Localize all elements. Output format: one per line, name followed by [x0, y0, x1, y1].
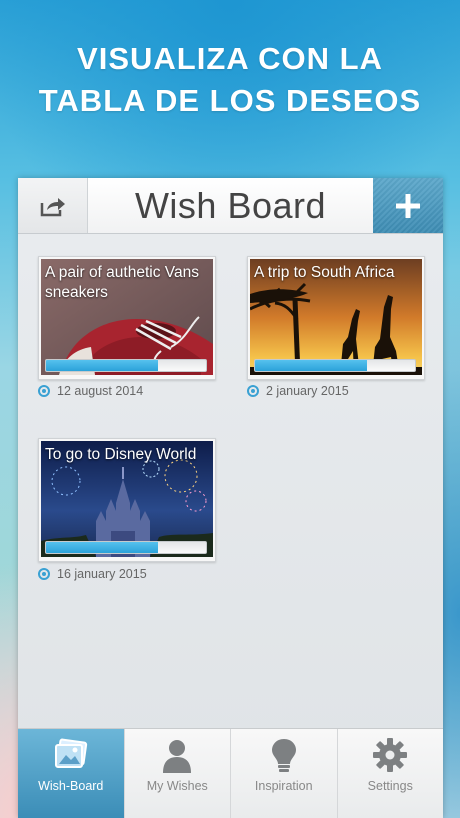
wish-title: A pair of authetic Vans sneakers — [45, 264, 199, 301]
tab-my-wishes[interactable]: My Wishes — [125, 729, 231, 818]
tab-label: Wish-Board — [38, 779, 104, 793]
wish-progress-bar — [254, 359, 416, 372]
wish-image-castle: To go to Disney World — [41, 441, 213, 557]
wish-date: 12 august 2014 — [57, 384, 144, 398]
tab-label: Settings — [367, 779, 413, 793]
tab-bar: Wish-Board My Wishes Inspiration Setting… — [18, 728, 443, 818]
wish-title: To go to Disney World — [45, 446, 197, 463]
app-window: Wish Board A pair of authetic Vans sneak… — [18, 178, 443, 818]
promo-line-1: VISUALIZA CON LA — [77, 41, 383, 76]
share-icon — [40, 197, 65, 216]
tab-settings[interactable]: Settings — [338, 729, 444, 818]
wish-date-row: 2 january 2015 — [247, 384, 349, 398]
gear-icon — [373, 738, 408, 772]
wish-card-south-africa[interactable]: A trip to South Africa — [247, 256, 425, 380]
wish-date-row: 12 august 2014 — [38, 384, 143, 398]
plus-icon — [396, 193, 420, 218]
promo-headline: VISUALIZA CON LA TABLA DE LOS DESEOS — [0, 38, 460, 122]
person-icon — [163, 740, 192, 773]
wish-card-vans[interactable]: A pair of authetic Vans sneakers — [38, 256, 216, 380]
tab-label: Inspiration — [254, 779, 313, 793]
photos-icon — [54, 738, 87, 768]
tab-wish-board[interactable]: Wish-Board — [18, 729, 125, 818]
wish-date-row: 16 january 2015 — [38, 567, 147, 581]
lightbulb-icon — [271, 739, 296, 772]
add-wish-button[interactable] — [373, 178, 443, 233]
navigation-bar: Wish Board — [18, 178, 443, 234]
target-icon — [38, 385, 50, 397]
tab-label: My Wishes — [146, 779, 208, 793]
page-title: Wish Board — [134, 185, 327, 226]
wish-date: 2 january 2015 — [266, 384, 349, 398]
share-button[interactable] — [18, 178, 88, 233]
wish-title: A trip to South Africa — [254, 264, 395, 281]
wish-progress-bar — [45, 359, 207, 372]
wish-card-disney-world[interactable]: To go to Disney World — [38, 438, 216, 562]
wish-date: 16 january 2015 — [57, 567, 147, 581]
wish-image-sneakers: A pair of authetic Vans sneakers — [41, 259, 213, 375]
promo-line-2: TABLA DE LOS DESEOS — [38, 83, 422, 118]
target-icon — [247, 385, 259, 397]
wish-image-savanna: A trip to South Africa — [250, 259, 422, 375]
wish-progress-bar — [45, 541, 207, 554]
tab-inspiration[interactable]: Inspiration — [231, 729, 338, 818]
target-icon — [38, 568, 50, 580]
